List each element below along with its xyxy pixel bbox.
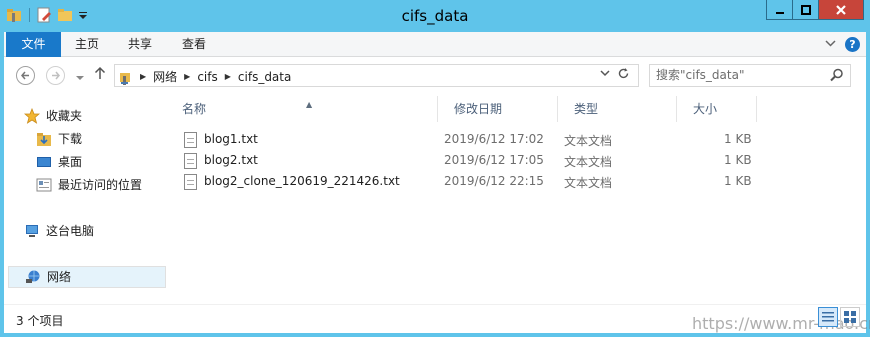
column-header-label: 修改日期 — [454, 102, 503, 116]
navigation-pane: 收藏夹 下载 桌面 最近访问的位置 这台电脑 网络 — [4, 94, 166, 304]
column-header-type[interactable]: 类型 — [558, 96, 677, 122]
large-icons-view-icon[interactable] — [840, 307, 860, 327]
details-view-icon[interactable] — [818, 307, 838, 327]
text-file-icon — [184, 132, 197, 148]
file-list: ▲ 名称 修改日期 类型 大小 blog1.txt 2019/6/12 17:0… — [166, 94, 866, 304]
sidebar-item-label: 下载 — [58, 132, 83, 146]
file-date: 2019/6/12 17:05 — [444, 153, 544, 167]
file-row[interactable]: blog1.txt 2019/6/12 17:02 文本文档 1 KB — [184, 129, 764, 150]
file-type: 文本文档 — [564, 134, 613, 148]
column-header-size[interactable]: 大小 — [677, 96, 757, 122]
maximize-button[interactable] — [792, 0, 819, 20]
minimize-button[interactable] — [766, 0, 793, 20]
star-icon — [23, 107, 41, 124]
address-row: ▶ 网络 ▶ cifs ▶ cifs_data — [4, 57, 866, 94]
sort-ascending-icon: ▲ — [306, 100, 313, 109]
status-bar: 3 个项目 https://www.mr-mao.cn — [4, 304, 870, 333]
breadcrumb-cifs-data[interactable]: cifs_data — [238, 70, 291, 84]
view-switcher — [816, 307, 860, 327]
search-box[interactable] — [649, 64, 851, 87]
file-size: 1 KB — [724, 132, 752, 146]
sidebar-item-downloads[interactable]: 下载 — [36, 128, 82, 150]
search-icon[interactable] — [830, 68, 844, 82]
sidebar-item-recent[interactable]: 最近访问的位置 — [36, 174, 142, 196]
column-header-date[interactable]: 修改日期 — [438, 96, 558, 122]
file-name: blog2_clone_120619_221426.txt — [204, 174, 400, 188]
sidebar-item-label: 桌面 — [58, 155, 83, 169]
text-file-icon — [184, 174, 197, 190]
breadcrumb-separator-icon[interactable]: ▶ — [184, 72, 190, 81]
file-size: 1 KB — [724, 174, 752, 188]
explorer-window: cifs_data 文件 主页 共享 查看 ? ▶ 网络 ▶ cifs ▶ ci… — [0, 0, 870, 337]
breadcrumb-network[interactable]: 网络 — [153, 68, 177, 85]
network-icon — [25, 269, 41, 285]
file-type: 文本文档 — [564, 176, 613, 190]
tab-share[interactable]: 共享 — [128, 32, 152, 57]
help-icon[interactable]: ? — [845, 37, 860, 52]
window-controls — [766, 0, 864, 20]
title-bar: cifs_data — [0, 0, 870, 32]
refresh-icon[interactable] — [617, 67, 630, 84]
column-header-label: 名称 — [182, 102, 207, 116]
ribbon-tabs: 文件 主页 共享 查看 ? — [4, 32, 866, 57]
sidebar-item-network[interactable]: 网络 — [8, 266, 166, 288]
address-bar[interactable]: ▶ 网络 ▶ cifs ▶ cifs_data — [114, 64, 639, 87]
recent-locations-icon[interactable] — [76, 71, 84, 85]
breadcrumb: ▶ 网络 ▶ cifs ▶ cifs_data — [119, 68, 291, 85]
breadcrumb-cifs[interactable]: cifs — [197, 70, 217, 84]
expand-ribbon-icon[interactable] — [825, 38, 836, 52]
file-size: 1 KB — [724, 153, 752, 167]
file-name: blog1.txt — [204, 132, 258, 146]
back-button[interactable] — [16, 66, 35, 85]
file-type: 文本文档 — [564, 155, 613, 169]
tab-file[interactable]: 文件 — [6, 32, 61, 57]
network-location-icon — [119, 69, 133, 85]
search-input[interactable] — [656, 68, 826, 82]
file-row[interactable]: blog2.txt 2019/6/12 17:05 文本文档 1 KB — [184, 150, 764, 171]
forward-button[interactable] — [46, 66, 65, 85]
column-header-label: 大小 — [693, 102, 718, 116]
text-file-icon — [184, 153, 197, 169]
sidebar-item-favorites[interactable]: 收藏夹 — [23, 105, 83, 127]
desktop-icon — [36, 154, 52, 170]
address-dropdown-icon[interactable] — [600, 68, 610, 81]
close-button[interactable] — [818, 0, 864, 20]
up-button[interactable] — [94, 66, 106, 84]
sidebar-item-label: 这台电脑 — [46, 224, 95, 238]
breadcrumb-separator-icon[interactable]: ▶ — [140, 72, 146, 81]
column-header-label: 类型 — [574, 102, 599, 116]
breadcrumb-separator-icon[interactable]: ▶ — [225, 72, 231, 81]
sidebar-item-label: 网络 — [47, 270, 72, 284]
file-date: 2019/6/12 22:15 — [444, 174, 544, 188]
sidebar-item-desktop[interactable]: 桌面 — [36, 151, 82, 173]
sidebar-item-this-pc[interactable]: 这台电脑 — [24, 220, 94, 242]
item-count: 3 个项目 — [16, 314, 64, 328]
sidebar-item-label: 收藏夹 — [46, 109, 83, 123]
tab-view[interactable]: 查看 — [182, 32, 206, 57]
sidebar-item-label: 最近访问的位置 — [58, 178, 143, 192]
recent-places-icon — [36, 177, 52, 193]
column-header-name[interactable]: ▲ 名称 — [166, 96, 438, 122]
main-area: 收藏夹 下载 桌面 最近访问的位置 这台电脑 网络 ▲ 名称 修改日期 类型 大… — [4, 94, 866, 304]
tab-home[interactable]: 主页 — [75, 32, 99, 57]
file-name: blog2.txt — [204, 153, 258, 167]
file-row[interactable]: blog2_clone_120619_221426.txt 2019/6/12 … — [184, 171, 764, 192]
download-folder-icon — [36, 131, 52, 147]
file-date: 2019/6/12 17:02 — [444, 132, 544, 146]
computer-icon — [24, 223, 40, 239]
window-title: cifs_data — [401, 7, 469, 25]
